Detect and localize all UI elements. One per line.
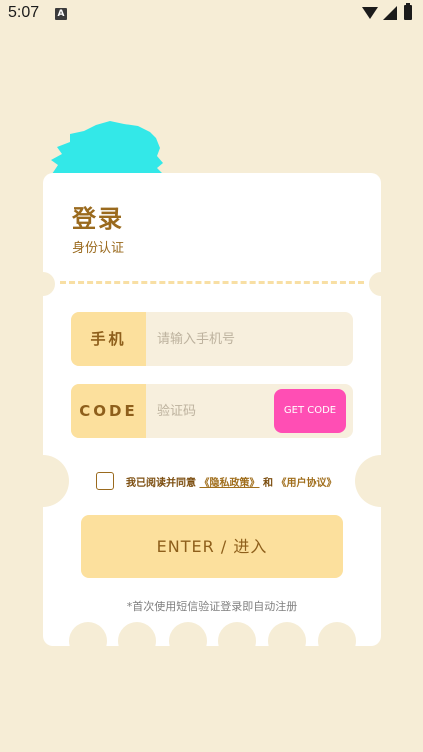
dashed-divider xyxy=(60,281,364,284)
agreement-prefix: 我已阅读并同意 xyxy=(126,478,196,489)
code-label: CODE xyxy=(71,384,146,438)
phone-label: 手机 xyxy=(71,312,146,366)
wifi-icon xyxy=(362,7,378,19)
scallop-decoration xyxy=(318,622,356,646)
cell-signal-icon xyxy=(383,6,397,20)
code-field: CODE GET CODE xyxy=(71,384,353,438)
notification-a-icon: A xyxy=(55,8,67,20)
ticket-notch-left xyxy=(43,272,55,296)
status-bar: 5:07 A xyxy=(0,0,423,28)
enter-button[interactable]: ENTER / 进入 xyxy=(81,515,343,578)
scallop-decoration xyxy=(169,622,207,646)
agreement-text: 我已阅读并同意 《隐私政策》 和 《用户协议》 xyxy=(126,474,336,489)
scallop-decoration xyxy=(69,622,107,646)
agreement-checkbox[interactable] xyxy=(96,472,114,490)
login-card: 登录 身份认证 手机 CODE GET CODE 我已阅读并同意 《隐私政策》 … xyxy=(43,173,381,646)
phone-field: 手机 xyxy=(71,312,353,366)
ticket-notch-right xyxy=(369,272,381,296)
page-subtitle: 身份认证 xyxy=(72,241,125,256)
battery-icon xyxy=(404,3,412,20)
scallop-decoration xyxy=(218,622,256,646)
register-hint: *首次使用短信验证登录即自动注册 xyxy=(126,600,298,613)
user-agreement-link[interactable]: 《用户协议》 xyxy=(276,478,336,489)
scallop-decoration xyxy=(118,622,156,646)
agreement-conjunction: 和 xyxy=(262,478,273,489)
scallop-decoration xyxy=(268,622,306,646)
page-title: 登录 xyxy=(72,205,124,233)
privacy-policy-link[interactable]: 《隐私政策》 xyxy=(199,478,259,489)
get-code-button[interactable]: GET CODE xyxy=(274,389,346,433)
ticket-notch-left-large xyxy=(43,455,69,507)
phone-input[interactable] xyxy=(157,312,277,366)
ticket-notch-right-large xyxy=(355,455,381,507)
status-time: 5:07 xyxy=(8,4,40,21)
code-input[interactable] xyxy=(157,384,277,438)
mascot-hair-icon xyxy=(51,121,168,176)
